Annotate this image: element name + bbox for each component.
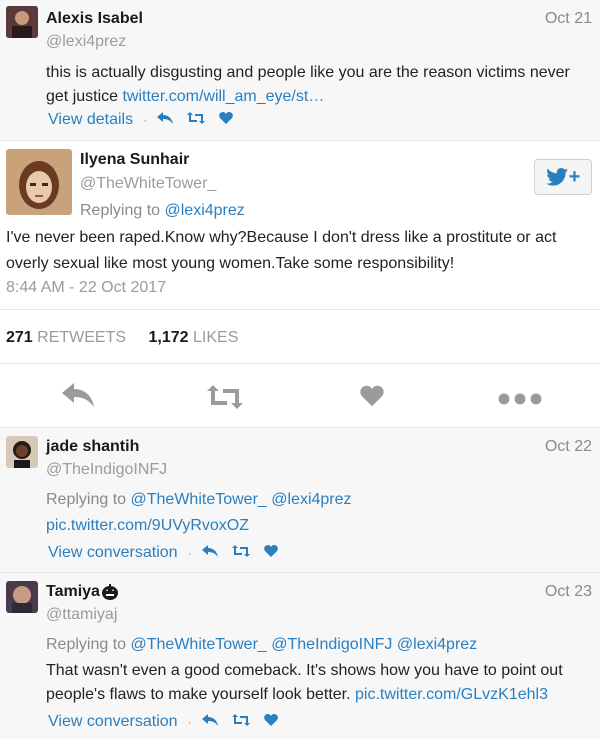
retweet-icon[interactable] xyxy=(187,111,206,129)
author-name-row[interactable]: Tamiya xyxy=(46,583,119,601)
tweet-timestamp[interactable]: 8:44 AM - 22 Oct 2017 xyxy=(6,279,166,297)
avatar-image xyxy=(6,581,38,613)
tweet-link[interactable]: pic.twitter.com/GLvzK1ehl3 xyxy=(355,686,548,703)
reply-icon[interactable] xyxy=(62,383,94,407)
avatar[interactable] xyxy=(6,149,72,215)
replying-to: Replying to @lexi4prez xyxy=(80,202,245,220)
retweet-label[interactable]: RETWEETS xyxy=(37,329,126,346)
retweet-icon[interactable] xyxy=(231,544,250,562)
separator: · xyxy=(187,715,192,729)
retweet-icon[interactable] xyxy=(206,385,244,409)
tweet-body: That wasn't even a good comeback. It's s… xyxy=(46,659,594,707)
retweet-icon[interactable] xyxy=(231,713,250,731)
reply-icon[interactable] xyxy=(201,544,218,562)
retweet-count[interactable]: 271 xyxy=(6,329,33,346)
follow-button[interactable]: + xyxy=(534,159,592,195)
main-actions xyxy=(0,373,600,433)
tweet-body: this is actually disgusting and people l… xyxy=(46,61,592,109)
reply-mention[interactable]: @TheIndigoINFJ xyxy=(271,636,392,653)
reply-tweet-tamiya[interactable]: Tamiya Oct 23 @ttamiyaj Replying to @The… xyxy=(0,573,600,739)
divider xyxy=(0,363,600,364)
tweet-date[interactable]: Oct 21 xyxy=(545,10,592,28)
view-conversation-link[interactable]: View conversation xyxy=(48,713,178,731)
author-handle[interactable]: @ttamiyaj xyxy=(46,606,117,624)
heart-icon[interactable] xyxy=(360,385,384,407)
tweet-alexis[interactable]: Alexis Isabel Oct 21 @lexi4prez this is … xyxy=(0,0,600,141)
follow-plus: + xyxy=(568,165,581,188)
author-handle[interactable]: @TheIndigoINFJ xyxy=(46,461,167,479)
avatar[interactable] xyxy=(6,581,38,613)
more-options-icon[interactable] xyxy=(498,393,542,405)
author-name[interactable]: Ilyena Sunhair xyxy=(80,151,189,169)
heart-icon[interactable] xyxy=(219,111,233,129)
like-label[interactable]: LIKES xyxy=(193,329,238,346)
replying-prefix: Replying to xyxy=(80,202,161,219)
avatar-image xyxy=(6,436,38,468)
tweet-actions: View conversation · xyxy=(48,544,292,562)
view-details-link[interactable]: View details xyxy=(48,111,133,129)
main-tweet: Ilyena Sunhair @TheWhiteTower_ + Replyin… xyxy=(0,141,600,428)
pumpkin-emoji-icon xyxy=(101,584,118,600)
replying-to: Replying to @TheWhiteTower_ @lexi4prez xyxy=(46,491,352,509)
heart-icon[interactable] xyxy=(263,544,278,562)
tweet-actions: View conversation · xyxy=(48,713,292,731)
author-handle[interactable]: @TheWhiteTower_ xyxy=(80,175,216,193)
replying-prefix: Replying to xyxy=(46,491,127,508)
view-conversation-link[interactable]: View conversation xyxy=(48,544,178,562)
avatar-image xyxy=(6,6,38,38)
tweet-body: pic.twitter.com/9UVyRvoxOZ xyxy=(46,514,249,538)
tweet-stats: 271 RETWEETS 1,172 LIKES xyxy=(6,329,238,347)
reply-icon[interactable] xyxy=(201,713,218,731)
tweet-actions: View details · xyxy=(48,111,247,129)
twitter-bird-icon xyxy=(545,168,568,186)
reply-mention[interactable]: @lexi4prez xyxy=(271,491,351,508)
author-handle[interactable]: @lexi4prez xyxy=(46,33,126,51)
separator: · xyxy=(187,546,192,560)
tweet-link[interactable]: twitter.com/will_am_eye/st… xyxy=(122,88,324,105)
author-name[interactable]: Tamiya xyxy=(46,583,100,601)
avatar-image xyxy=(6,149,72,215)
author-name[interactable]: jade shantih xyxy=(46,438,139,456)
reply-icon[interactable] xyxy=(157,111,174,129)
tweet-body: I've never been raped.Know why?Because I… xyxy=(6,229,557,272)
reply-mention[interactable]: @lexi4prez xyxy=(397,636,477,653)
separator: · xyxy=(143,113,148,127)
reply-tweet-jade[interactable]: jade shantih Oct 22 @TheIndigoINFJ Reply… xyxy=(0,428,600,573)
avatar[interactable] xyxy=(6,436,38,468)
tweet-link[interactable]: pic.twitter.com/9UVyRvoxOZ xyxy=(46,517,249,534)
author-name[interactable]: Alexis Isabel xyxy=(46,10,143,28)
replying-to: Replying to @TheWhiteTower_ @TheIndigoIN… xyxy=(46,636,477,654)
reply-mention[interactable]: @TheWhiteTower_ xyxy=(131,636,267,653)
divider xyxy=(0,309,600,310)
tweet-date[interactable]: Oct 23 xyxy=(545,583,592,601)
tweet-date[interactable]: Oct 22 xyxy=(545,438,592,456)
like-count[interactable]: 1,172 xyxy=(149,329,189,346)
avatar[interactable] xyxy=(6,6,38,38)
reply-mention[interactable]: @TheWhiteTower_ xyxy=(131,491,267,508)
heart-icon[interactable] xyxy=(263,713,278,731)
reply-mention[interactable]: @lexi4prez xyxy=(165,202,245,219)
replying-prefix: Replying to xyxy=(46,636,127,653)
